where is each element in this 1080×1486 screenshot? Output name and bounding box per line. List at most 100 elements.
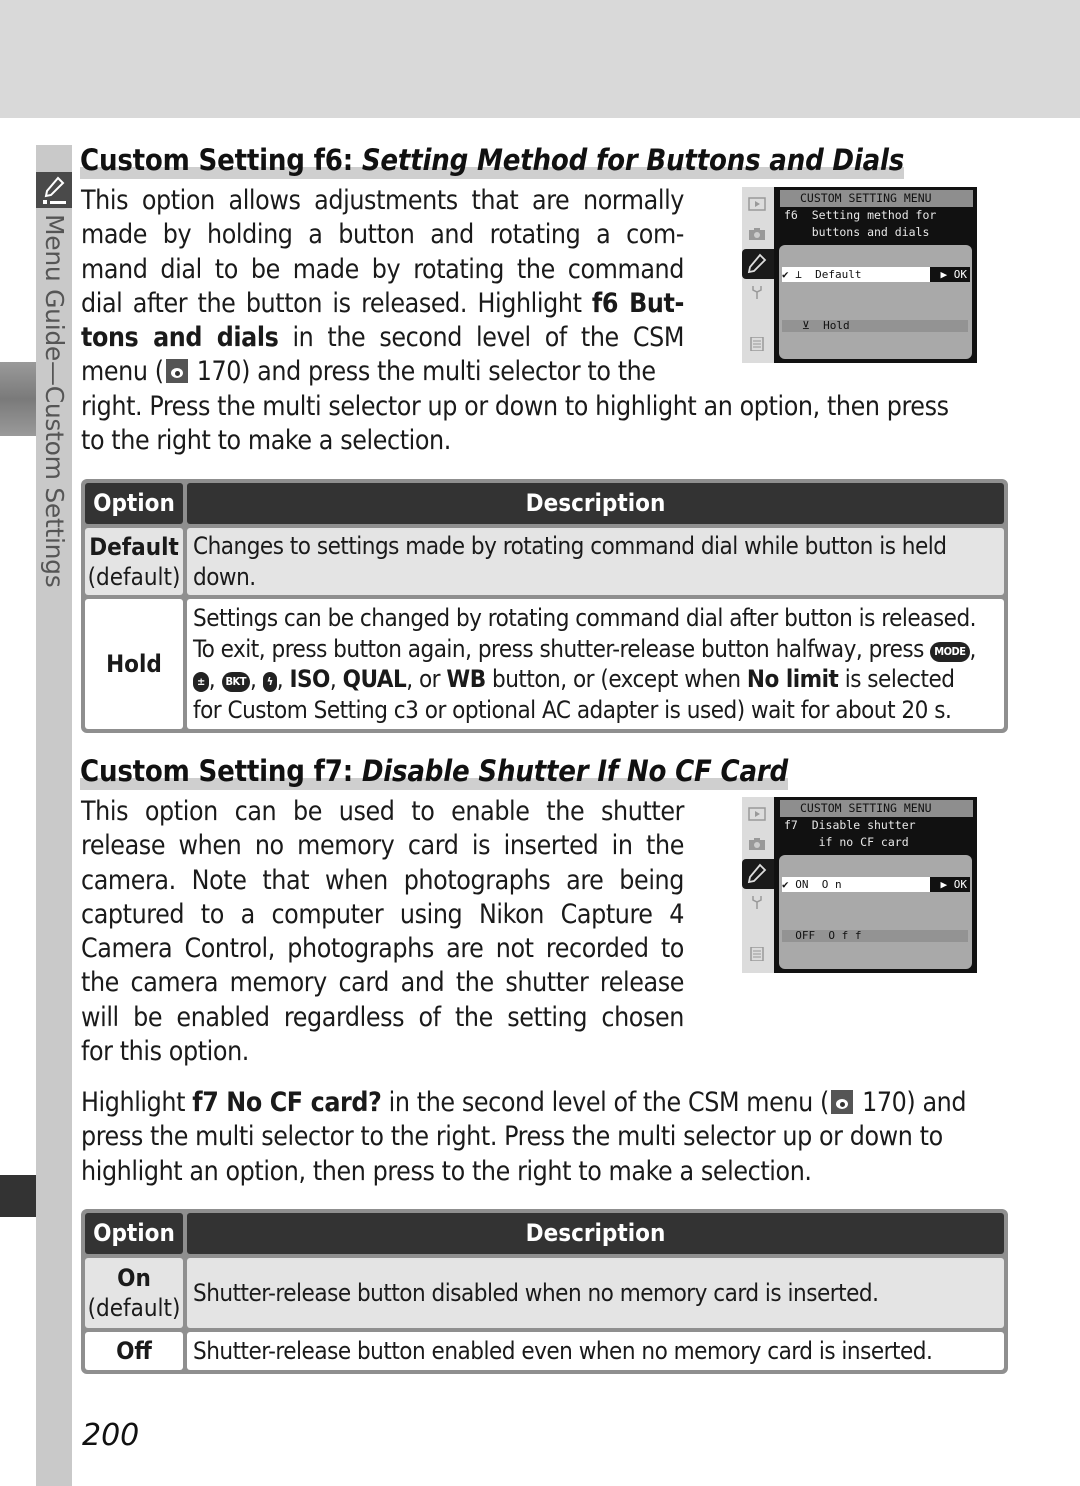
text-line: Camera Control, photographs are not reco… — [81, 933, 684, 965]
option-label: ✔ ON O n — [782, 878, 842, 891]
options-panel — [779, 855, 972, 969]
setting-ref: No limit — [746, 665, 839, 693]
menu-item-ref: f7 No CF card? — [192, 1087, 382, 1118]
page-reference-icon — [165, 359, 188, 384]
text-line: This option can be used to enable the sh… — [81, 796, 684, 827]
table-header-row: Option Description — [85, 1213, 1004, 1254]
column-header-description: Description — [187, 1213, 1004, 1254]
text-line: Highlight f7 No CF card? in the second l… — [81, 1086, 1011, 1120]
text-run: is selected — [838, 665, 955, 693]
option-cell: On (default) — [85, 1258, 183, 1328]
screen-title: CUSTOM SETTING MENU — [780, 190, 973, 207]
text-line: This option allows adjustments that are … — [81, 185, 684, 216]
menu-item-ref: tons and dials — [81, 322, 279, 354]
setup-wrench-icon — [752, 286, 762, 299]
f7-heading: Custom Setting f7: Disable Shutter If No… — [80, 754, 789, 790]
shooting-icon — [749, 228, 765, 240]
ok-indicator: ▶ OK — [930, 877, 970, 892]
text-run: in the second level of the CSM — [278, 322, 684, 354]
f6-camera-menu-screen: CUSTOM SETTING MENU f6 Setting method fo… — [742, 187, 977, 363]
text-line: camera. Note that when photographs are b… — [81, 864, 684, 896]
screen-title: CUSTOM SETTING MENU — [780, 800, 973, 817]
text-line: Settings can be changed by rotating comm… — [193, 604, 977, 632]
f6-options-table: Option Description Default (default) Cha… — [81, 479, 1008, 733]
text-run: dial after the button is released. Highl… — [81, 287, 592, 319]
section-label: Menu Guide—Custom Settings — [40, 214, 69, 588]
wb-button-ref: WB — [446, 665, 486, 693]
options-panel — [779, 245, 972, 359]
text-line: tons and dials in the second level of th… — [81, 321, 684, 355]
text-line: To exit, press button again, press shutt… — [193, 634, 976, 663]
thumb-tab — [0, 1175, 36, 1217]
f6-paragraph: This option allows adjustments that are … — [81, 184, 684, 390]
text-line: captured to a computer using Nikon Captu… — [81, 898, 684, 930]
top-margin-band — [0, 0, 1080, 118]
text-run: Highlight — [81, 1087, 193, 1118]
custom-settings-tab — [742, 249, 776, 279]
table-row: Default (default) Changes to settings ma… — [85, 528, 1004, 595]
description-cell: Settings can be changed by rotating comm… — [187, 599, 1004, 729]
option-name: Default — [89, 532, 179, 561]
screen-option: ⊻ Hold — [782, 320, 968, 332]
thumb-tab-active — [0, 362, 36, 436]
iso-button-ref: ISO — [289, 665, 330, 693]
text-line: menu ( 170) and press the multi selector… — [81, 355, 684, 389]
text-line: right. Press the multi selector up or do… — [81, 391, 949, 422]
page-number: 200 — [82, 1418, 140, 1453]
text-run: To exit, press button again, press shutt… — [193, 634, 931, 663]
f7-instructions: Highlight f7 No CF card? in the second l… — [81, 1086, 1011, 1189]
setup-wrench-icon — [752, 896, 762, 909]
option-label: ✔ ⊥ Default — [782, 268, 862, 281]
text-run: in the second level of the CSM menu ( — [381, 1087, 830, 1118]
menu-item-ref: f6 But- — [591, 287, 685, 319]
description-cell: Shutter-release button enabled even when… — [187, 1332, 1004, 1370]
ok-indicator: ▶ OK — [930, 267, 970, 282]
screen-setting-name: f7 Disable shutter if no CF card — [784, 818, 916, 849]
screen-option-selected: ✔ ON O n ▶ OK — [782, 877, 970, 892]
text-line: for Custom Setting c3 or optional AC ada… — [193, 695, 952, 724]
text-run: , — [276, 665, 290, 693]
option-cell: Default (default) — [85, 528, 183, 595]
custom-settings-tab — [742, 859, 776, 889]
playback-icon — [748, 807, 766, 821]
column-header-option: Option — [85, 1213, 183, 1254]
text-line: ±, BKT, ϟ, ISO, QUAL, or WB button, or (… — [193, 664, 998, 695]
text-line: dial after the button is released. Highl… — [81, 287, 684, 321]
exposure-compensation-button-icon: ± — [193, 672, 209, 692]
table-header-row: Option Description — [85, 483, 1004, 524]
option-cell: Off — [85, 1332, 183, 1370]
f6-paragraph-cont: right. Press the multi selector up or do… — [81, 390, 1011, 459]
mode-button-icon: MODE — [930, 641, 970, 662]
column-header-description: Description — [187, 483, 1004, 524]
text-run: button, or (except when — [485, 665, 747, 693]
text-line: press the multi selector to the right. P… — [81, 1121, 943, 1153]
text-line: for this option. — [81, 1036, 249, 1068]
shooting-icon — [749, 838, 765, 850]
flash-button-icon: ϟ — [262, 672, 277, 692]
playback-icon — [748, 197, 766, 211]
f6-heading: Custom Setting f6: Setting Method for Bu… — [80, 143, 904, 179]
table-row: Hold Settings can be changed by rotating… — [85, 599, 1004, 729]
column-header-option: Option — [85, 483, 183, 524]
table-row: Off Shutter-release button enabled even … — [85, 1332, 1004, 1370]
text-line: the camera memory card and the shutter r… — [81, 967, 684, 999]
text-line: mand dial to be made by rotating the com… — [81, 253, 684, 285]
page-reference-link: 170) and — [854, 1087, 967, 1118]
f7-heading-prefix: Custom Setting f7: — [80, 754, 362, 788]
pencil-icon — [36, 172, 72, 208]
recent-settings-icon — [750, 947, 764, 961]
page-reference-link: 170) and press the multi selector to the — [189, 356, 656, 388]
bkt-button-icon: BKT — [221, 672, 250, 692]
screen-setting-name: f6 Setting method for buttons and dials — [784, 208, 937, 239]
option-cell: Hold — [85, 599, 183, 729]
pencil-icon — [747, 253, 767, 274]
f7-heading-title: Disable Shutter If No CF Card — [361, 754, 789, 788]
text-line: will be enabled regardless of the settin… — [81, 1001, 684, 1033]
text-line: to the right to make a selection. — [81, 425, 451, 457]
text-run: menu ( — [81, 356, 164, 388]
f7-paragraph: This option can be used to enable the sh… — [81, 795, 684, 1069]
description-cell: Shutter-release button disabled when no … — [187, 1258, 1004, 1328]
description-cell: Changes to settings made by rotating com… — [187, 528, 1004, 595]
pencil-icon — [747, 863, 767, 884]
option-name: On — [117, 1264, 151, 1292]
